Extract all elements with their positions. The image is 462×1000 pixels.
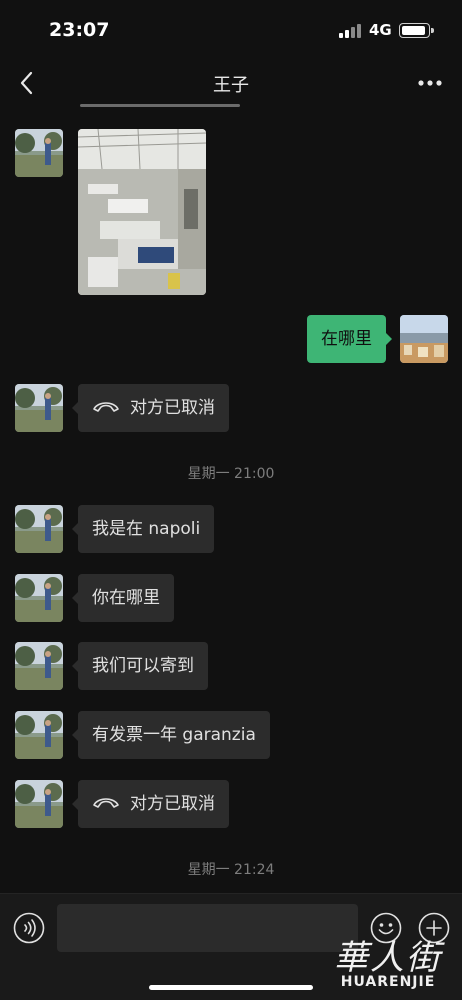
- factory-photo: [78, 129, 206, 295]
- contact-avatar[interactable]: [15, 505, 63, 553]
- watermark-logo-en: HUARENJIE: [340, 974, 436, 990]
- avatar-image: [15, 642, 63, 690]
- more-button[interactable]: [414, 70, 446, 96]
- chat-title: 王子: [213, 75, 249, 96]
- message-list[interactable]: 在哪里 对方已取消 星期一 21:00 我是在 napoli 你在哪里 我们可以…: [0, 108, 462, 893]
- message-bubble-incoming[interactable]: 你在哪里: [72, 574, 174, 622]
- site-watermark: 華人街 HUARENJIE: [318, 930, 458, 996]
- status-time: 23:07: [49, 19, 110, 41]
- avatar-image: [15, 711, 63, 759]
- timestamp: 星期一 21:24: [187, 862, 275, 878]
- message-bubble-incoming[interactable]: 我们可以寄到: [72, 642, 208, 690]
- watermark-logo-cn: 華人街: [334, 938, 442, 978]
- message-bubble-incoming[interactable]: 我是在 napoli: [71, 505, 215, 553]
- avatar-image: [400, 315, 448, 363]
- status-bar: 23:07 4G: [0, 0, 462, 62]
- network-label: 4G: [369, 21, 392, 39]
- avatar-image: [15, 574, 63, 622]
- voice-icon: [13, 912, 45, 944]
- avatar-image: [15, 384, 63, 432]
- phone-hangup-icon: [93, 798, 119, 808]
- contact-avatar[interactable]: [15, 780, 63, 828]
- call-record-bubble[interactable]: 对方已取消: [72, 384, 229, 432]
- scroll-edge-divider: [80, 104, 240, 107]
- contact-avatar[interactable]: [15, 711, 63, 759]
- avatar-image: [15, 129, 63, 177]
- call-status-text: 对方已取消: [130, 794, 215, 814]
- call-record-bubble[interactable]: 对方已取消: [72, 780, 229, 828]
- contact-avatar[interactable]: [15, 642, 63, 690]
- message-input[interactable]: [57, 904, 358, 952]
- my-avatar[interactable]: [400, 315, 448, 363]
- image-message[interactable]: [78, 129, 206, 295]
- contact-avatar[interactable]: [15, 384, 63, 432]
- message-bubble-incoming[interactable]: 有发票一年 garanzia: [72, 711, 270, 759]
- avatar-image: [15, 505, 63, 553]
- nav-bar: 王子: [0, 62, 462, 104]
- contact-avatar[interactable]: [15, 129, 63, 177]
- home-indicator[interactable]: [149, 985, 313, 990]
- call-status-text: 对方已取消: [130, 398, 215, 418]
- voice-button[interactable]: [13, 912, 45, 944]
- timestamp: 星期一 21:00: [187, 466, 275, 482]
- signal-icon: [339, 24, 363, 38]
- ellipsis-icon: [418, 80, 442, 86]
- avatar-image: [15, 780, 63, 828]
- phone-hangup-icon: [93, 402, 119, 412]
- message-bubble-outgoing[interactable]: 在哪里: [307, 315, 392, 363]
- battery-icon: [399, 23, 434, 38]
- contact-avatar[interactable]: [15, 574, 63, 622]
